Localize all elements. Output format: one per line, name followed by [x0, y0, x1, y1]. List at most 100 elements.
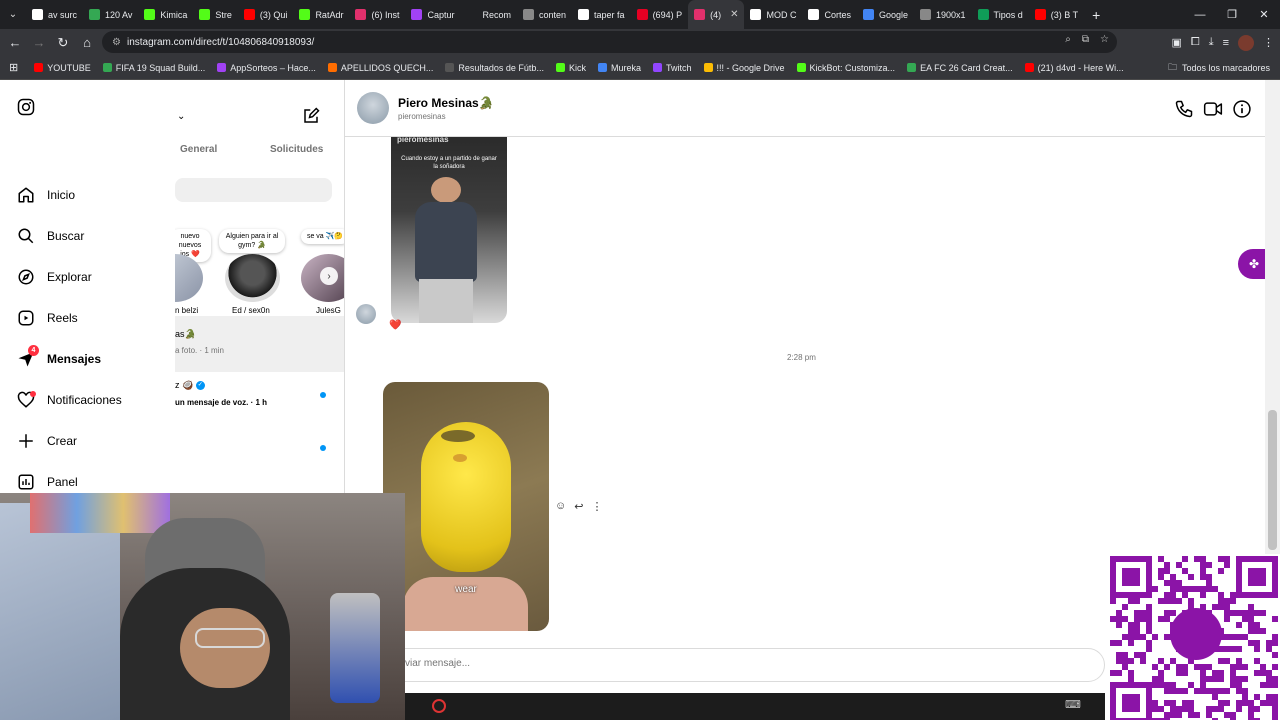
browser-tab[interactable]: (3) Qui [238, 0, 294, 29]
thread-row[interactable] [175, 425, 344, 465]
bookmark-star-icon[interactable]: ☆ [1100, 34, 1109, 45]
address-bar[interactable]: ⚙ instagram.com/direct/t/104806840918093… [102, 31, 1117, 53]
sender-avatar[interactable] [356, 304, 376, 324]
browser-tab[interactable]: Cortes [802, 0, 857, 29]
heart-reaction-icon[interactable]: ❤️ [389, 320, 401, 331]
reload-icon[interactable]: ↻ [51, 31, 75, 55]
note-bubble[interactable]: se va ✈️🤔 [301, 229, 344, 244]
extension-icon[interactable]: ▣ [1171, 36, 1181, 49]
browser-tab[interactable]: Tipos d [972, 0, 1029, 29]
bookmark-item[interactable]: !!! - Google Drive [698, 63, 791, 73]
browser-tab[interactable]: RatAdr [293, 0, 349, 29]
bookmark-item[interactable]: Resultados de Fútb... [439, 63, 550, 73]
browser-tab[interactable]: Captur [405, 0, 460, 29]
shared-reel-thumbnail[interactable]: pieromesinas Cuando estoy a un partido d… [391, 137, 507, 323]
browser-tab[interactable]: conten [517, 0, 572, 29]
video-call-icon[interactable] [1203, 99, 1223, 119]
tab-general[interactable]: General [180, 144, 217, 155]
tab-label: (3) Qui [259, 9, 288, 20]
nav-search[interactable]: Buscar [17, 227, 84, 245]
browser-tab[interactable]: (3) B T [1029, 0, 1084, 29]
bookmark-item[interactable]: YOUTUBE [28, 63, 97, 73]
message-timestamp: 2:28 pm [787, 353, 816, 362]
minimize-icon[interactable]: — [1184, 0, 1216, 29]
home-browser-icon[interactable]: ⌂ [75, 31, 99, 55]
message-input-box[interactable] [380, 648, 1105, 682]
recording-icon[interactable] [432, 699, 446, 713]
tab-search-icon[interactable]: ⌄ [0, 0, 26, 29]
browser-tab[interactable]: Kimica [138, 0, 193, 29]
bookmark-item[interactable]: (21) d4vd - Here Wi... [1019, 63, 1130, 73]
shared-media-canary[interactable]: wear [383, 382, 549, 631]
bookmark-item[interactable]: Twitch [647, 63, 698, 73]
person-head [431, 177, 461, 203]
info-icon[interactable] [1232, 99, 1252, 119]
profile-avatar[interactable] [1238, 34, 1254, 51]
thread-row[interactable]: z 🥥 ✓ un mensaje de voz. · 1 h [175, 372, 344, 422]
download-icon[interactable]: ⤓ [1209, 36, 1214, 49]
restore-icon[interactable]: ❐ [1216, 0, 1248, 29]
scrollbar-thumb[interactable] [1268, 410, 1277, 550]
bookmark-favicon-icon [597, 63, 607, 72]
bookmark-item[interactable]: FIFA 19 Squad Build... [97, 63, 212, 73]
browser-menu-icon[interactable]: ⋮ [1263, 36, 1274, 49]
message-input[interactable] [405, 658, 905, 669]
zoom-icon[interactable]: ⌕ [1065, 34, 1071, 45]
back-icon[interactable]: ← [3, 31, 27, 55]
keyboard-icon[interactable]: ⌨ [1065, 698, 1081, 711]
reply-icon[interactable]: ↩ [574, 500, 583, 513]
bookmark-item[interactable]: EA FC 26 Card Creat... [901, 63, 1019, 73]
browser-tab[interactable]: Stre [193, 0, 238, 29]
account-switcher-chevron-icon[interactable]: ⌄ [177, 111, 185, 122]
new-message-icon[interactable] [302, 107, 320, 130]
new-tab-button[interactable]: + [1084, 7, 1108, 23]
bookmark-item[interactable]: KickBot: Customiza... [791, 63, 902, 73]
browser-tab[interactable]: av surc [26, 0, 83, 29]
browser-tab[interactable]: (6) Inst [349, 0, 405, 29]
story-avatar[interactable] [225, 254, 280, 302]
close-window-icon[interactable]: ✕ [1248, 0, 1280, 29]
chat-contact-name[interactable]: Piero Mesinas🐊 [398, 96, 494, 110]
nav-create[interactable]: Crear [17, 432, 77, 450]
close-tab-icon[interactable]: ✕ [730, 9, 738, 20]
nav-explore[interactable]: Explorar [17, 268, 92, 286]
browser-tab[interactable]: Recom [460, 0, 517, 29]
bookmark-item[interactable]: AppSorteos – Hace... [211, 63, 322, 73]
forward-icon[interactable]: → [27, 31, 51, 55]
react-emoji-icon[interactable]: ☺ [555, 500, 566, 513]
more-options-icon[interactable]: ⋮ [591, 500, 602, 513]
nav-messages[interactable]: 4 Mensajes [17, 345, 101, 368]
stories-next-icon[interactable]: › [320, 267, 338, 285]
browser-tab[interactable]: 1900x1 [914, 0, 972, 29]
browser-tab[interactable]: Google [857, 0, 914, 29]
install-icon[interactable]: ⧉ [1082, 34, 1089, 45]
bookmark-item[interactable]: Kick [550, 63, 592, 73]
chat-avatar[interactable] [357, 92, 389, 124]
browser-tab[interactable]: (4) ✕ [688, 0, 745, 29]
bookmark-item[interactable]: APELLIDOS QUECH... [322, 63, 440, 73]
browser-tab[interactable]: 120 Av [83, 0, 138, 29]
note-bubble[interactable]: Alguien para ir al gym? 🐊 [219, 229, 285, 253]
nav-panel[interactable]: Panel [17, 473, 78, 491]
thread-row-selected[interactable]: as🐊 a foto. · 1 min [175, 316, 344, 372]
bookmark-label: EA FC 26 Card Creat... [920, 62, 1013, 73]
all-bookmarks-button[interactable]: 🗀 Todos los marcadores [1168, 56, 1270, 79]
media-icon[interactable]: ≡ [1223, 37, 1229, 49]
bookmark-item[interactable]: Mureka [592, 63, 647, 73]
chat-scrollbar[interactable] [1265, 80, 1280, 554]
messages-badge: 4 [28, 345, 39, 356]
browser-tab[interactable]: MOD C [744, 0, 802, 29]
browser-tab[interactable]: taper fa [572, 0, 631, 29]
tab-requests[interactable]: Solicitudes [270, 144, 323, 155]
nav-reels[interactable]: Reels [17, 309, 78, 327]
nav-home[interactable]: Inicio [17, 186, 75, 204]
site-info-icon[interactable]: ⚙ [112, 37, 121, 48]
apps-grid-icon[interactable]: ⊞ [9, 61, 18, 74]
phone-call-icon[interactable] [1174, 99, 1194, 119]
extensions-puzzle-icon[interactable]: ⧠ [1191, 36, 1200, 49]
story-name: Ed / sex0n [232, 306, 270, 315]
inbox-search-input[interactable] [175, 178, 332, 202]
browser-tab[interactable]: (694) P [631, 0, 689, 29]
instagram-logo-icon[interactable] [17, 98, 35, 121]
nav-notifications[interactable]: Notificaciones [17, 391, 122, 409]
